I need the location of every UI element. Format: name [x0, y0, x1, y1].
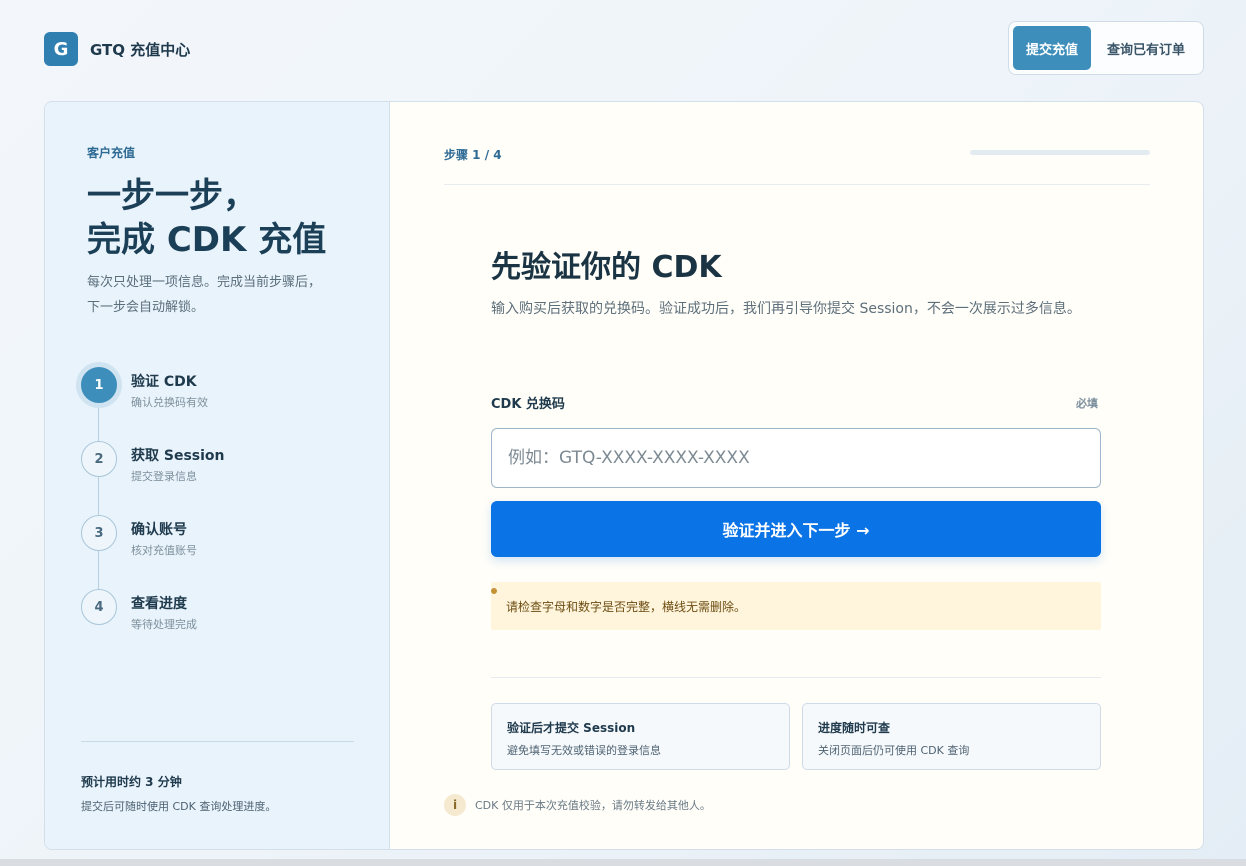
main-card: 客户充值 一步一步， 完成 CDK 充值 每次只处理一项信息。完成当前步骤后， …	[44, 101, 1204, 850]
cdk-input[interactable]	[491, 428, 1101, 488]
brand[interactable]: G GTQ 充值中心	[44, 32, 190, 66]
step-item-2: 2 获取 Session 提交登录信息	[81, 441, 225, 484]
header-divider	[444, 184, 1150, 185]
footnote: i CDK 仅用于本次充值校验，请勿转发给其他人。	[444, 794, 711, 816]
sidebar: 客户充值 一步一步， 完成 CDK 充值 每次只处理一项信息。完成当前步骤后， …	[45, 102, 390, 849]
info-card-sub: 关闭页面后仍可使用 CDK 查询	[818, 744, 970, 757]
brand-name: GTQ 充值中心	[90, 40, 191, 59]
hint-box: 请检查字母和数字是否完整，横线无需删除。	[491, 582, 1101, 630]
brand-logo: G	[44, 32, 78, 66]
verify-next-button[interactable]: 验证并进入下一步 →	[491, 501, 1101, 557]
step-sub-4: 等待处理完成	[131, 618, 197, 631]
sidebar-title: 一步一步， 完成 CDK 充值	[87, 176, 327, 260]
sidebar-divider	[81, 741, 354, 742]
hint-dot	[491, 588, 497, 594]
step-title-3: 确认账号	[131, 522, 187, 538]
sidebar-eyebrow: 客户充值	[87, 146, 136, 160]
step-sub-3: 核对充值账号	[131, 544, 197, 557]
info-card-title: 进度随时可查	[818, 721, 891, 735]
step-number-3: 3	[81, 515, 117, 551]
estimated-time: 预计用时约 3 分钟	[81, 775, 182, 789]
page-description: 输入购买后获取的兑换码。验证成功后，我们再引导你提交 Session，不会一次展…	[491, 301, 1081, 317]
sidebar-description: 每次只处理一项信息。完成当前步骤后， 下一步会自动解锁。	[87, 275, 322, 315]
step-item-1: 1 验证 CDK 确认兑换码有效	[81, 367, 208, 410]
page-title: 先验证你的 CDK	[491, 250, 722, 285]
estimated-time-note: 提交后可随时使用 CDK 查询处理进度。	[81, 800, 277, 813]
cdk-field-label: CDK 兑换码	[491, 397, 565, 412]
section-divider	[491, 677, 1101, 678]
step-number-1: 1	[81, 367, 117, 403]
step-title-4: 查看进度	[131, 596, 187, 612]
step-item-3: 3 确认账号 核对充值账号	[81, 515, 197, 558]
step-number-4: 4	[81, 589, 117, 625]
window-bottom-edge	[0, 859, 1246, 866]
nav-submit-recharge[interactable]: 提交充值	[1013, 26, 1091, 70]
step-indicator: 步骤 1 / 4	[444, 148, 502, 162]
info-card-title: 验证后才提交 Session	[507, 721, 636, 735]
progress-bar	[970, 150, 1150, 155]
info-card-progress: 进度随时可查 关闭页面后仍可使用 CDK 查询	[802, 703, 1101, 770]
main-panel: 步骤 1 / 4 先验证你的 CDK 输入购买后获取的兑换码。验证成功后，我们再…	[390, 102, 1203, 849]
step-connector	[98, 402, 99, 608]
footnote-text: CDK 仅用于本次充值校验，请勿转发给其他人。	[475, 799, 711, 812]
info-card-session: 验证后才提交 Session 避免填写无效或错误的登录信息	[491, 703, 790, 770]
step-number-2: 2	[81, 441, 117, 477]
top-nav: 提交充值 查询已有订单	[1008, 21, 1204, 75]
required-badge: 必填	[1076, 397, 1098, 410]
hint-text: 请检查字母和数字是否完整，横线无需删除。	[506, 599, 747, 614]
info-card-sub: 避免填写无效或错误的登录信息	[507, 744, 661, 757]
step-sub-2: 提交登录信息	[131, 470, 197, 483]
step-item-4: 4 查看进度 等待处理完成	[81, 589, 197, 632]
nav-query-orders[interactable]: 查询已有订单	[1095, 26, 1197, 70]
step-sub-1: 确认兑换码有效	[131, 396, 208, 409]
step-title-2: 获取 Session	[131, 448, 225, 464]
step-title-1: 验证 CDK	[131, 374, 197, 390]
info-icon: i	[444, 794, 466, 816]
